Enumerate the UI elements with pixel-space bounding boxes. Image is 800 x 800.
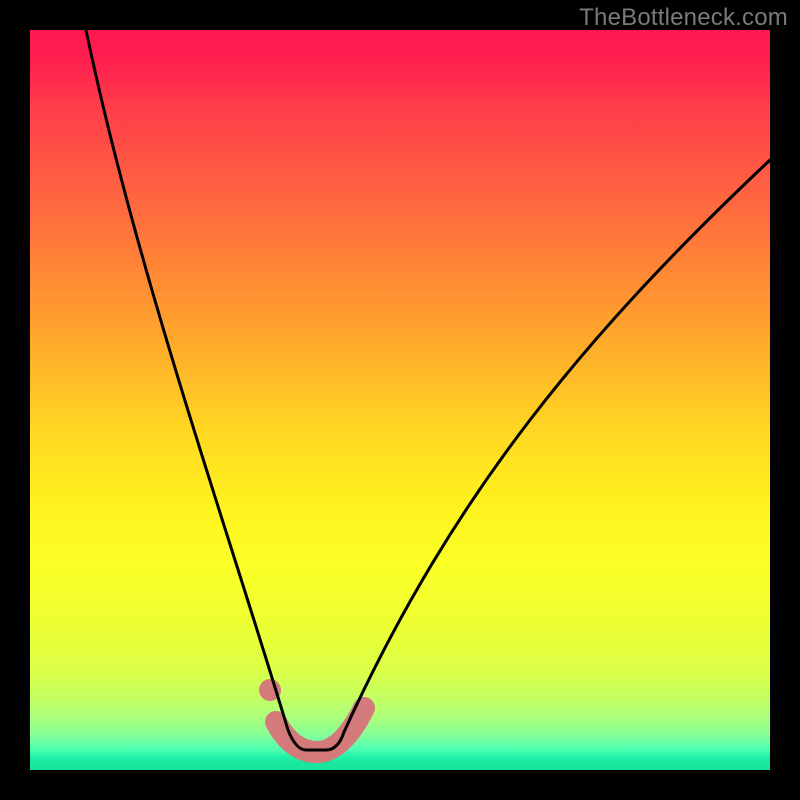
curve-layer: [30, 30, 770, 770]
plot-area: [30, 30, 770, 770]
bottleneck-curve: [86, 30, 770, 750]
watermark-text: TheBottleneck.com: [579, 4, 788, 32]
chart-frame: TheBottleneck.com: [0, 0, 800, 800]
